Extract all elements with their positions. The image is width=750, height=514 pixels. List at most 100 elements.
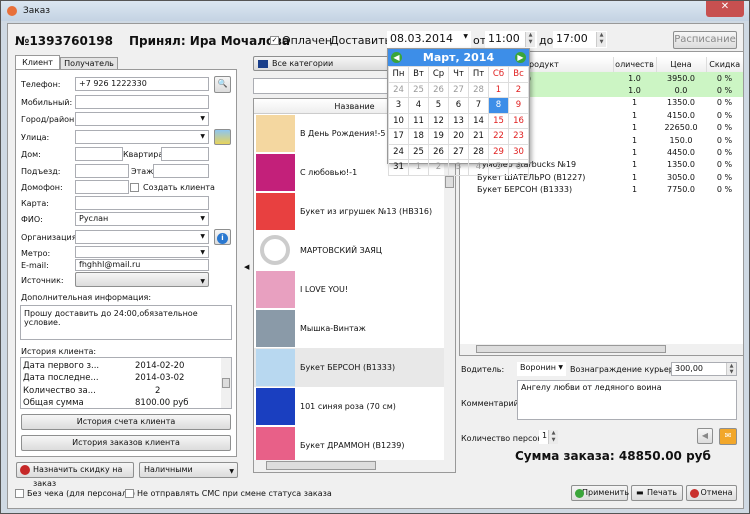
apartment-input[interactable]	[161, 147, 209, 161]
calendar-day[interactable]: 28	[468, 81, 489, 98]
calendar-day[interactable]: 8	[488, 97, 509, 114]
paid-checkbox[interactable]: ✓	[270, 36, 279, 45]
discount-button[interactable]: Назначить скидку на заказ	[16, 462, 134, 488]
calendar-day[interactable]: 18	[408, 128, 429, 145]
calendar-day[interactable]: 13	[448, 112, 469, 129]
calendar-day[interactable]: 28	[468, 143, 489, 160]
calendar-day[interactable]: 10	[388, 112, 409, 129]
entrance-input[interactable]	[75, 164, 129, 178]
product-item[interactable]: Букет из игрушек №13 (НВ316)	[254, 192, 444, 231]
calendar-day[interactable]: 22	[488, 128, 509, 145]
calendar-day[interactable]: 25	[408, 143, 429, 160]
calendar-day[interactable]: 27	[448, 81, 469, 98]
calendar-day[interactable]: 7	[468, 97, 489, 114]
source-select[interactable]	[75, 272, 209, 289]
floor-input[interactable]	[153, 164, 209, 178]
product-item[interactable]: Мышка-Винтаж	[254, 309, 444, 348]
calendar-day[interactable]: 30	[508, 143, 529, 160]
product-item[interactable]: МАРТОВСКИЙ ЗАЯЦ	[254, 231, 444, 270]
payment-method-select[interactable]: Наличными	[139, 462, 238, 479]
intercom-input[interactable]	[75, 180, 129, 194]
calendar-day[interactable]: 23	[508, 128, 529, 145]
courier-reward-spinner[interactable]: ▲ ▼	[726, 363, 736, 375]
time-from-spinner[interactable]: ▲ ▼	[525, 32, 535, 47]
calendar-day[interactable]: 21	[468, 128, 489, 145]
close-window-button[interactable]: ✕	[706, 1, 744, 17]
collapse-arrow-icon[interactable]: ◀	[244, 263, 249, 271]
phone-input[interactable]: +7 926 1222330	[75, 77, 209, 91]
calendar-day[interactable]: 14	[468, 112, 489, 129]
street-select[interactable]	[75, 130, 209, 144]
calendar-day[interactable]: 31	[388, 159, 409, 176]
message-button[interactable]: ✉	[719, 428, 737, 445]
order-row[interactable]: Букет БЕРСОН (В1333) 1 7750.0 0 %	[463, 184, 743, 196]
calendar-day[interactable]: 11	[408, 112, 429, 129]
calendar-day[interactable]: 12	[428, 112, 449, 129]
order-table-hscrollbar[interactable]	[460, 344, 743, 355]
calendar-day[interactable]: 15	[488, 112, 509, 129]
calendar-day[interactable]: 25	[408, 81, 429, 98]
calendar-day[interactable]: 5	[428, 97, 449, 114]
col-discount[interactable]: Скидка	[706, 57, 743, 72]
calendar-day[interactable]: 29	[488, 143, 509, 160]
mobile-input[interactable]	[75, 95, 209, 109]
house-input[interactable]	[75, 147, 123, 161]
card-input[interactable]	[75, 196, 209, 210]
schedule-button[interactable]: Расписание	[673, 31, 737, 49]
account-history-button[interactable]: История счета клиента	[21, 414, 231, 430]
calendar-day[interactable]: 3	[388, 97, 409, 114]
calendar-day[interactable]: 9	[508, 97, 529, 114]
next-month-button[interactable]: ▶	[515, 52, 526, 63]
calendar-day[interactable]: 24	[388, 81, 409, 98]
time-to-spinner[interactable]: ▲ ▼	[596, 32, 606, 47]
calendar-day[interactable]: 1	[408, 159, 429, 176]
calendar-day[interactable]: 2	[508, 81, 529, 98]
tab-client[interactable]: Клиент	[15, 55, 60, 70]
calendar-day[interactable]: 20	[448, 128, 469, 145]
city-select[interactable]	[75, 112, 209, 126]
calendar-day[interactable]: 4	[408, 97, 429, 114]
calendar-day[interactable]: 26	[428, 143, 449, 160]
apply-button[interactable]: Применить	[571, 485, 629, 501]
calendar-day[interactable]: 19	[428, 128, 449, 145]
driver-select[interactable]: Воронин	[517, 362, 566, 376]
product-item[interactable]: I LOVE YOU!	[254, 270, 444, 309]
calendar-day[interactable]: 1	[488, 81, 509, 98]
prev-month-button[interactable]: ◀	[391, 52, 402, 63]
orders-history-button[interactable]: История заказов клиента	[21, 435, 231, 451]
sound-button[interactable]: ◀	[697, 428, 713, 444]
calendar-day[interactable]: 2	[428, 159, 449, 176]
organization-select[interactable]	[75, 230, 209, 244]
info-button[interactable]: i	[214, 229, 231, 245]
calendar-day[interactable]: 16	[508, 112, 529, 129]
metro-select[interactable]	[75, 246, 209, 258]
col-price[interactable]: Цена	[656, 57, 707, 72]
col-quantity[interactable]: оличеств	[613, 57, 657, 72]
calendar-day[interactable]: 3	[448, 159, 469, 176]
extra-info-textarea[interactable]: Прошу доставить до 24:00,обязательное ус…	[20, 305, 232, 340]
persons-spinner[interactable]: ▲ ▼	[548, 430, 558, 444]
search-client-button[interactable]: 🔍	[214, 76, 231, 93]
calendar-day[interactable]: 17	[388, 128, 409, 145]
map-button[interactable]	[214, 129, 231, 145]
calendar-day[interactable]: 6	[448, 97, 469, 114]
calendar-day[interactable]: 6	[508, 159, 529, 176]
calendar-day[interactable]: 27	[448, 143, 469, 160]
name-select[interactable]: Руслан	[75, 212, 209, 226]
calendar-day[interactable]: 24	[388, 143, 409, 160]
email-input[interactable]: fhghhl@mail.ru	[75, 259, 209, 271]
product-item[interactable]: 101 синяя роза (70 см)	[254, 387, 444, 426]
calendar-day[interactable]: 4	[468, 159, 489, 176]
print-button[interactable]: ▬ Печать	[631, 485, 683, 501]
delivery-date-picker[interactable]: 08.03.2014	[387, 31, 471, 48]
create-client-checkbox[interactable]	[130, 183, 139, 192]
comment-textarea[interactable]: Ангелу любви от ледяного воина	[517, 380, 737, 420]
calendar-day[interactable]: 26	[428, 81, 449, 98]
product-list-hscrollbar[interactable]	[254, 460, 455, 472]
product-item[interactable]: Букет БЕРСОН (В1333)	[254, 348, 444, 387]
no-receipt-checkbox[interactable]	[15, 489, 24, 498]
no-sms-checkbox[interactable]	[125, 489, 134, 498]
calendar-day[interactable]: 5	[488, 159, 509, 176]
cancel-button[interactable]: Отмена	[686, 485, 737, 501]
history-scrollbar[interactable]	[221, 358, 231, 408]
